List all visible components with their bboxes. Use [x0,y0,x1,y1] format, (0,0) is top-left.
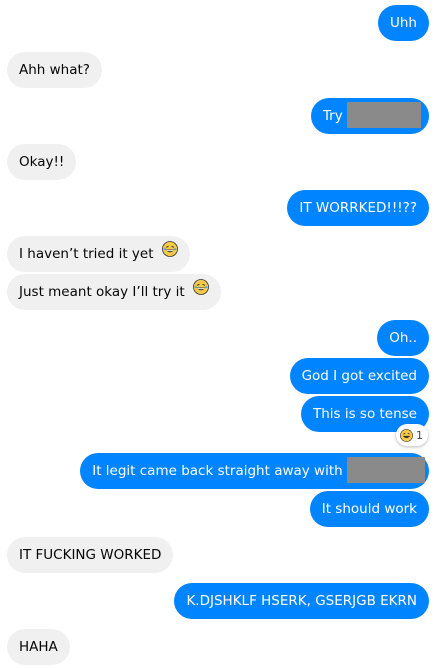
redacted-block [347,456,425,483]
message-text: I haven’t tried it yet [19,246,154,262]
message-outgoing[interactable]: Try [310,98,429,134]
message-text: Okay!! [19,154,65,170]
laughing-emoji-icon [193,273,209,309]
message-incoming[interactable]: Ahh what? [7,52,102,88]
message-incoming[interactable]: Okay!! [7,144,77,180]
message-outgoing[interactable]: Uhh [378,5,429,41]
message-text: Uhh [390,15,417,31]
reaction-count: 1 [416,428,423,442]
laughing-emoji-icon [161,235,178,271]
message-text: IT WORRKED!!!?? [299,200,417,216]
message-text: This is so tense [312,406,417,422]
message-text: HAHA [19,639,58,655]
message-outgoing[interactable]: God I got excited [289,358,429,394]
message-text: Oh.. [389,330,417,346]
message-incoming[interactable]: IT FUCKING WORKED [7,537,174,573]
message-text: Just meant okay I’ll try it [19,284,185,300]
message-text: K.DJSHKLF HSERK, GSERJGB EKRN [186,593,417,609]
reaction-badge[interactable]: 1 [396,424,428,446]
message-outgoing[interactable]: It should work [309,491,429,527]
message-text: It should work [321,501,417,517]
message-text: Try [322,108,343,124]
message-outgoing[interactable]: Oh.. [377,320,429,356]
message-text: God I got excited [301,368,417,384]
redacted-block [347,101,421,128]
message-text: Ahh what? [19,62,90,78]
message-incoming[interactable]: Just meant okay I’ll try it [7,274,221,310]
message-outgoing[interactable]: K.DJSHKLF HSERK, GSERJGB EKRN [174,583,429,619]
message-incoming[interactable]: HAHA [7,629,70,665]
message-outgoing[interactable]: IT WORRKED!!!?? [287,190,429,226]
message-text: It legit came back straight away with [92,463,343,479]
message-incoming[interactable]: I haven’t tried it yet [7,236,190,272]
message-text: IT FUCKING WORKED [19,547,162,563]
laughing-emoji-icon [400,428,413,442]
message-outgoing[interactable]: It legit came back straight away with [80,453,429,489]
